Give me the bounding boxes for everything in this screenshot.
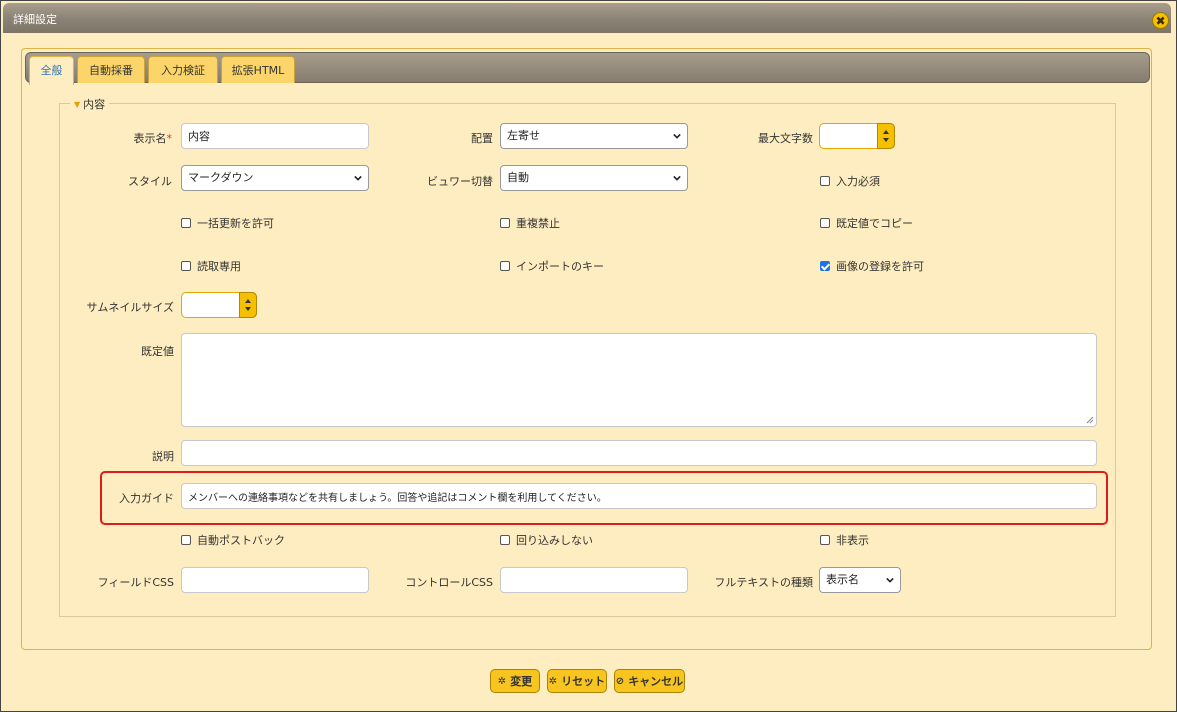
- checkbox-box[interactable]: [500, 261, 510, 271]
- field-css-label: フィールドCSS: [97, 576, 174, 589]
- tab-extended-html[interactable]: 拡張HTML: [221, 56, 295, 83]
- resize-handle-icon[interactable]: [1086, 416, 1094, 424]
- bulk-update-checkbox[interactable]: 一括更新を許可: [181, 215, 274, 231]
- no-duplicate-checkbox[interactable]: 重複禁止: [500, 215, 560, 231]
- change-button[interactable]: ✲ 変更: [490, 669, 540, 693]
- align-select-value: 左寄せ: [507, 129, 540, 142]
- tab-validation[interactable]: 入力検証: [148, 56, 218, 83]
- fulltext-type-select[interactable]: 表示名: [819, 567, 901, 593]
- align-select[interactable]: 左寄せ: [500, 123, 688, 149]
- tab-auto-numbering[interactable]: 自動採番: [77, 56, 145, 83]
- style-select[interactable]: マークダウン: [181, 165, 369, 191]
- tab-general[interactable]: 全般: [29, 56, 74, 85]
- default-value-label: 既定値: [141, 345, 174, 358]
- required-mark: *: [166, 132, 173, 145]
- checkbox-box[interactable]: [500, 218, 510, 228]
- cancel-button[interactable]: ⊘ キャンセル: [614, 669, 685, 693]
- checkbox-box[interactable]: [500, 535, 510, 545]
- checkbox-box[interactable]: [820, 176, 830, 186]
- gear-icon: ✲: [548, 675, 558, 687]
- spin-up-icon: [883, 130, 889, 134]
- spin-down-icon: [245, 307, 251, 311]
- display-name-input[interactable]: [181, 123, 369, 149]
- checkbox-box[interactable]: [181, 535, 191, 545]
- checkbox-box[interactable]: [181, 261, 191, 271]
- readonly-checkbox[interactable]: 読取専用: [181, 258, 241, 274]
- max-length-label: 最大文字数: [758, 132, 813, 145]
- default-value-textarea[interactable]: [181, 333, 1097, 427]
- description-input[interactable]: [181, 440, 1097, 466]
- import-key-checkbox[interactable]: インポートのキー: [500, 258, 604, 274]
- checkbox-box-checked[interactable]: [820, 261, 830, 271]
- section-title: 内容: [83, 98, 106, 111]
- input-guide-label: 入力ガイド: [119, 492, 174, 505]
- align-label: 配置: [471, 132, 493, 145]
- allow-images-checkbox[interactable]: 画像の登録を許可: [820, 258, 924, 274]
- prohibit-icon: ⊘: [615, 675, 625, 687]
- style-label: スタイル: [128, 175, 172, 188]
- gear-icon: ✲: [497, 675, 507, 687]
- field-css-input[interactable]: [181, 567, 369, 593]
- spin-down-icon: [883, 138, 889, 142]
- thumbnail-size-label: サムネイルサイズ: [86, 301, 174, 314]
- viewer-switch-select[interactable]: 自動: [500, 165, 688, 191]
- spinner-buttons[interactable]: [239, 292, 257, 318]
- dialog-titlebar[interactable]: 詳細設定 ✖: [3, 3, 1171, 33]
- spin-up-icon: [245, 299, 251, 303]
- viewer-switch-label: ビュワー切替: [427, 175, 493, 188]
- control-css-label: コントロールCSS: [405, 576, 493, 589]
- hidden-checkbox[interactable]: 非表示: [820, 532, 869, 548]
- chevron-down-icon: [354, 175, 362, 181]
- no-wrap-checkbox[interactable]: 回り込みしない: [500, 532, 593, 548]
- spinner-buttons[interactable]: [877, 123, 895, 149]
- reset-button[interactable]: ✲ リセット: [547, 669, 607, 693]
- chevron-down-icon: [886, 577, 894, 583]
- style-select-value: マークダウン: [188, 171, 254, 184]
- collapse-arrow-icon[interactable]: ▼: [74, 100, 80, 109]
- section-legend[interactable]: ▼ 内容: [70, 96, 110, 112]
- control-css-input[interactable]: [500, 567, 688, 593]
- checkbox-box[interactable]: [820, 218, 830, 228]
- display-name-label: 表示名*: [133, 132, 173, 145]
- checkbox-box[interactable]: [820, 535, 830, 545]
- chevron-down-icon: [673, 133, 681, 139]
- thumbnail-size-spinner[interactable]: [181, 292, 257, 318]
- description-label: 説明: [152, 450, 174, 463]
- fulltext-type-value: 表示名: [826, 573, 859, 586]
- auto-postback-checkbox[interactable]: 自動ポストバック: [181, 532, 285, 548]
- fulltext-type-label: フルテキストの種類: [714, 576, 813, 589]
- max-length-spinner[interactable]: [819, 123, 895, 149]
- viewer-switch-value: 自動: [507, 171, 529, 184]
- copy-default-checkbox[interactable]: 既定値でコピー: [820, 215, 913, 231]
- required-checkbox[interactable]: 入力必須: [820, 173, 880, 189]
- chevron-down-icon: [673, 175, 681, 181]
- input-guide-input[interactable]: [181, 483, 1097, 509]
- checkbox-box[interactable]: [181, 218, 191, 228]
- close-icon[interactable]: ✖: [1152, 12, 1169, 29]
- dialog-title: 詳細設定: [13, 13, 57, 26]
